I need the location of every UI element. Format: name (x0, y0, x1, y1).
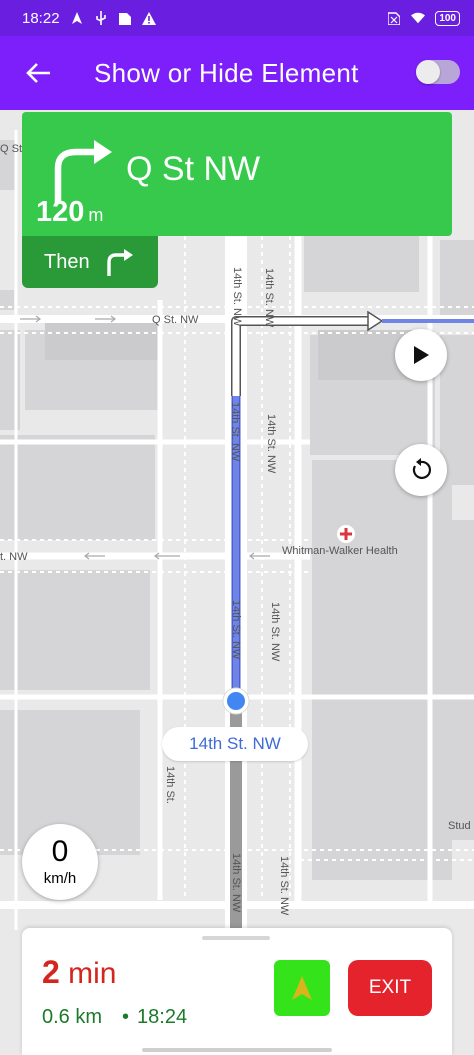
show-hide-toggle[interactable] (416, 60, 460, 84)
map-label-q-st: Q St. NW (152, 314, 199, 326)
map-label-14th-8: 14th St. NW (278, 856, 290, 916)
play-icon (414, 346, 429, 364)
speed-unit: km/h (43, 870, 77, 887)
map-label-14th-1: 14th St. NW (231, 267, 243, 327)
exit-button[interactable]: EXIT (348, 960, 432, 1016)
eta-minutes-unit: min (68, 957, 117, 990)
usb-icon (94, 11, 108, 25)
then-label: Then (44, 250, 90, 273)
app-bar: Show or Hide Element (0, 36, 474, 110)
sim-off-icon (387, 11, 401, 25)
map-label-14th-7: 14th St. NW (230, 853, 242, 913)
wifi-icon (411, 11, 426, 25)
map-label-14th-9: 14th St. (164, 766, 176, 804)
warning-icon (141, 11, 156, 25)
recenter-button[interactable] (395, 444, 447, 496)
app-title: Show or Hide Element (94, 57, 359, 88)
speed-value: 0 (51, 835, 69, 868)
trip-summary-sheet[interactable]: 2 min 0.6 km • 18:24 EXIT (22, 928, 452, 1055)
eta-minutes: 2 (42, 954, 60, 990)
route-overview-button[interactable] (274, 960, 330, 1016)
distance-unit: m (88, 205, 104, 225)
battery-indicator: 100 (435, 10, 460, 26)
poi-label[interactable]: Whitman-Walker Health (282, 545, 398, 557)
arrow-back-icon (26, 63, 50, 83)
map-label-studio: Stud (448, 820, 471, 832)
back-button[interactable] (14, 49, 62, 97)
system-gesture-bar[interactable] (142, 1048, 332, 1052)
map-label-14th-2: 14th St. NW (263, 268, 275, 328)
play-button[interactable] (395, 329, 447, 381)
remaining-distance: 0.6 km (42, 1006, 103, 1028)
map-label-p-st: t. NW (0, 551, 28, 563)
then-turn-right-icon (106, 249, 133, 276)
maneuver-banner[interactable]: Q St NW 120 m (22, 112, 452, 236)
eta-details: 0.6 km • 18:24 (42, 1006, 187, 1029)
map-label-14th-4: 14th St. NW (265, 414, 277, 474)
distance-to-turn: 120 m (36, 196, 103, 229)
navigation-icon (70, 11, 84, 25)
map-label-14th-5: 14th St. NW (230, 600, 242, 660)
map-label-14th-3: 14th St. NW (229, 402, 241, 462)
speedometer: 0 km/h (22, 824, 98, 900)
replay-icon (412, 458, 432, 479)
sheet-handle[interactable] (202, 936, 270, 940)
current-street-pill: 14th St. NW (162, 727, 308, 761)
navigation-arrow-icon (292, 976, 312, 1000)
map-label-14th-6: 14th St. NW (269, 602, 281, 662)
eta-duration: 2 min (42, 954, 116, 991)
status-bar: 18:22 100 (0, 0, 474, 36)
status-time: 18:22 (22, 9, 60, 27)
sim-icon (118, 11, 132, 25)
toggle-knob (416, 60, 440, 84)
then-maneuver-banner[interactable]: Then (22, 236, 158, 288)
next-street-name: Q St NW (126, 150, 261, 188)
distance-value: 120 (36, 196, 85, 228)
separator-dot: • (122, 1006, 130, 1028)
arrival-time: 18:24 (137, 1006, 188, 1028)
